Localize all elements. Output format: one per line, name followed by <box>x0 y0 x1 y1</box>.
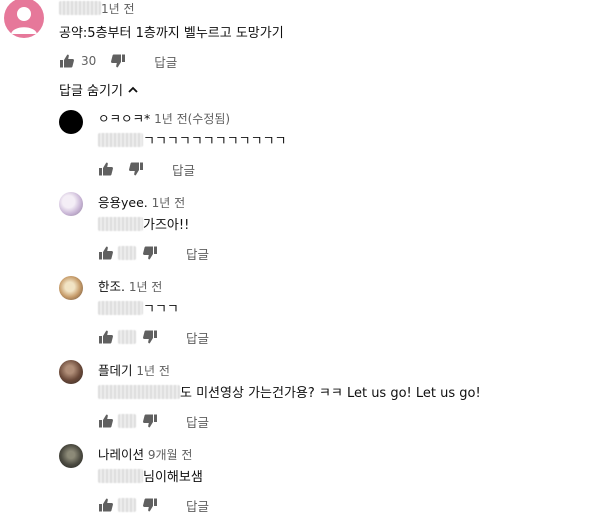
thumb-up-icon[interactable] <box>98 329 114 345</box>
thumb-up-icon[interactable] <box>98 413 114 429</box>
thumb-down-icon[interactable] <box>142 413 158 429</box>
reply-actions: 답글 <box>98 244 209 262</box>
reply-item: ㅇㅋㅇㅋ* 1년 전(수정됨) ㄱㄱㄱㄱㄱㄱㄱㄱㄱㄱㄱㄱ 답글 <box>0 106 611 184</box>
reply-text-content: 님이해보샘 <box>143 470 203 485</box>
reply-actions: 답글 <box>98 328 209 346</box>
reply-author[interactable]: 한조. <box>98 279 125 294</box>
thumb-up-icon[interactable] <box>98 497 114 513</box>
reply-item: 플데기 1년 전 도 미션영상 가는건가용? ㅋㅋ Let us go! Let… <box>0 358 611 436</box>
reply-button[interactable]: 답글 <box>186 496 209 515</box>
thumb-down-icon[interactable] <box>128 161 144 177</box>
reply-actions: 답글 <box>98 412 209 430</box>
reply-text: 도 미션영상 가는건가용? ㅋㅋ Let us go! Let us go! <box>98 382 481 401</box>
chevron-up-icon <box>128 86 138 93</box>
reply-button[interactable]: 답글 <box>186 244 209 263</box>
reply-text-content: 도 미션영상 가는건가용? ㅋㅋ Let us go! Let us go! <box>180 386 481 401</box>
avatar[interactable] <box>59 110 83 134</box>
reply-text-content: 가즈아!! <box>143 218 190 233</box>
reply-text-content: ㄱㄱㄱㄱㄱㄱㄱㄱㄱㄱㄱㄱ <box>143 134 287 149</box>
reply-text: ㄱㄱㄱㄱㄱㄱㄱㄱㄱㄱㄱㄱ <box>98 130 287 149</box>
reply-time[interactable]: 9개월 전 <box>148 448 193 462</box>
comment-header: 1년 전 <box>59 0 135 17</box>
comment-actions: 30 답글 <box>59 52 177 70</box>
reply-actions: 답글 <box>98 496 209 514</box>
redacted-like-count <box>118 330 136 344</box>
reply-author[interactable]: 응용yee. <box>98 195 148 210</box>
redacted-like-count <box>118 246 136 260</box>
hide-replies-label: 답글 숨기기 <box>59 84 123 99</box>
avatar[interactable] <box>59 192 83 216</box>
avatar[interactable] <box>59 444 83 468</box>
reply-button[interactable]: 답글 <box>186 412 209 431</box>
reply-item: 나레이션 9개월 전 님이해보샘 답글 <box>0 442 611 519</box>
thumb-down-icon[interactable] <box>110 53 126 69</box>
redacted-mention <box>98 217 143 231</box>
thumb-up-icon[interactable] <box>98 245 114 261</box>
reply-header: 나레이션 9개월 전 <box>98 444 192 463</box>
redacted-mention <box>98 469 143 483</box>
reply-text: ㄱㄱㄱ <box>98 298 179 317</box>
avatar[interactable] <box>4 0 44 38</box>
reply-button[interactable]: 답글 <box>172 160 195 179</box>
redacted-like-count <box>118 498 136 512</box>
redacted-like-count <box>118 414 136 428</box>
redacted-mention <box>98 385 180 399</box>
reply-header: 한조. 1년 전 <box>98 276 162 295</box>
thumb-up-icon[interactable] <box>59 53 75 69</box>
like-count: 30 <box>81 54 97 68</box>
reply-button[interactable]: 답글 <box>154 52 177 71</box>
reply-time[interactable]: 1년 전 <box>129 280 163 294</box>
reply-time[interactable]: 1년 전(수정됨) <box>154 112 230 126</box>
redacted-mention <box>98 301 143 315</box>
thumb-down-icon[interactable] <box>142 497 158 513</box>
comment-text: 공약:5층부터 1층까지 벨누르고 도망가기 <box>59 26 284 41</box>
reply-item: 한조. 1년 전 ㄱㄱㄱ 답글 <box>0 274 611 352</box>
thumb-down-icon[interactable] <box>142 329 158 345</box>
avatar[interactable] <box>59 360 83 384</box>
thumb-down-icon[interactable] <box>142 245 158 261</box>
reply-header: ㅇㅋㅇㅋ* 1년 전(수정됨) <box>98 108 230 127</box>
reply-actions: 답글 <box>98 160 195 178</box>
reply-button[interactable]: 답글 <box>186 328 209 347</box>
reply-header: 플데기 1년 전 <box>98 360 170 379</box>
reply-text-content: ㄱㄱㄱ <box>143 302 179 317</box>
reply-time[interactable]: 1년 전 <box>136 364 170 378</box>
reply-item: 응용yee. 1년 전 가즈아!! 답글 <box>0 190 611 268</box>
avatar[interactable] <box>59 276 83 300</box>
comment-time[interactable]: 1년 전 <box>101 2 135 16</box>
top-comment: 1년 전 공약:5층부터 1층까지 벨누르고 도망가기 30 답글 <box>0 0 611 80</box>
reply-author[interactable]: 플데기 <box>98 363 133 378</box>
hide-replies-button[interactable]: 답글 숨기기 <box>59 80 139 99</box>
thumb-up-icon[interactable] <box>98 161 114 177</box>
default-avatar-icon <box>11 7 37 34</box>
reply-author[interactable]: ㅇㅋㅇㅋ* <box>98 111 150 126</box>
reply-header: 응용yee. 1년 전 <box>98 192 185 211</box>
reply-time[interactable]: 1년 전 <box>152 196 186 210</box>
redacted-mention <box>98 133 143 147</box>
reply-author[interactable]: 나레이션 <box>98 447 144 462</box>
reply-text: 가즈아!! <box>98 214 189 233</box>
reply-text: 님이해보샘 <box>98 466 203 485</box>
redacted-author-name[interactable] <box>59 1 101 15</box>
